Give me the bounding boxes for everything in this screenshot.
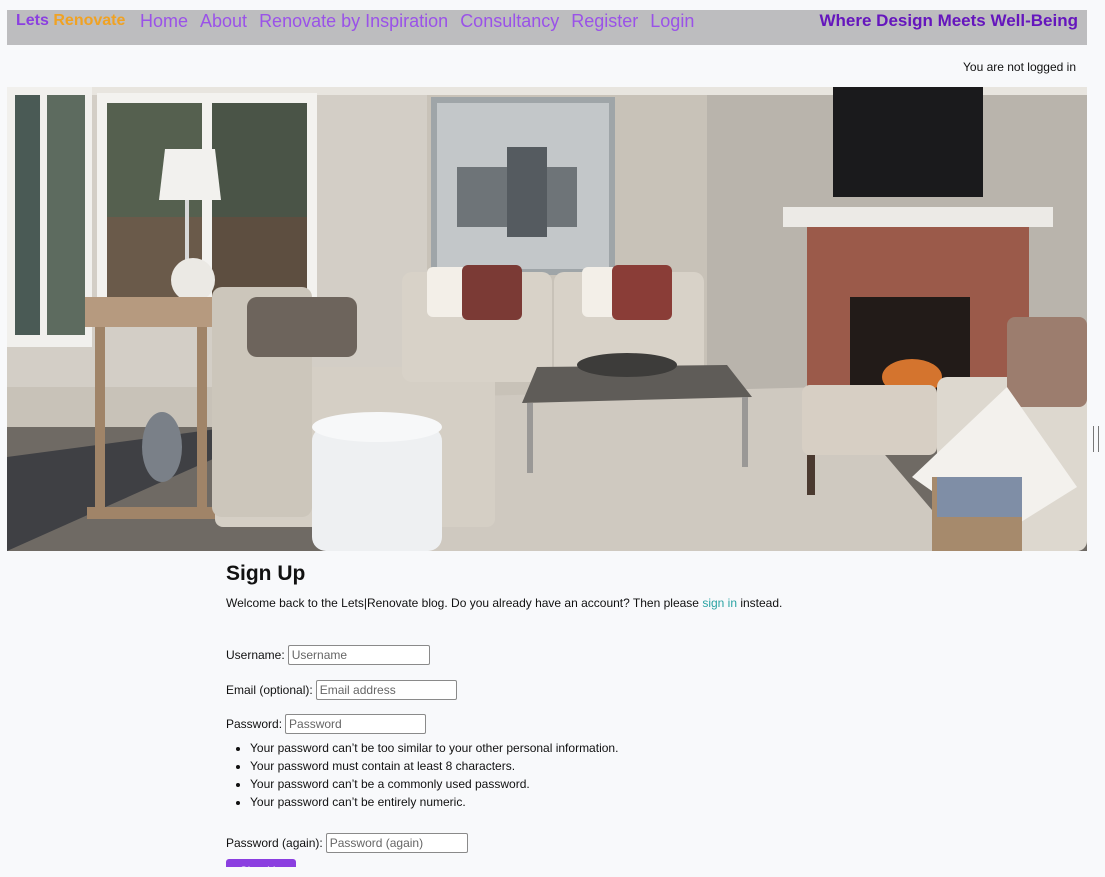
intro-text: Welcome back to the Lets|Renovate blog. … xyxy=(226,596,782,610)
email-row: Email (optional): xyxy=(226,680,457,700)
password-rule: Your password must contain at least 8 ch… xyxy=(250,757,618,775)
email-label: Email (optional): xyxy=(226,683,313,697)
nav-links: Home About Renovate by Inspiration Consu… xyxy=(140,11,694,31)
intro-text-before: Welcome back to the Lets|Renovate blog. … xyxy=(226,596,703,610)
nav-home[interactable]: Home xyxy=(140,11,188,31)
brand-logo[interactable]: Lets Renovate xyxy=(16,12,125,30)
nav-about[interactable]: About xyxy=(200,11,247,31)
nav-login[interactable]: Login xyxy=(650,11,694,31)
sign-up-button[interactable]: Sign Up xyxy=(226,859,296,867)
password-rule: Your password can’t be too similar to yo… xyxy=(250,739,618,757)
login-status: You are not logged in xyxy=(963,60,1076,74)
password-again-label: Password (again): xyxy=(226,836,323,850)
password-again-input[interactable] xyxy=(325,833,468,853)
nav-register[interactable]: Register xyxy=(571,11,638,31)
password-label: Password: xyxy=(226,717,283,731)
password-row: Password: xyxy=(226,714,427,734)
password-again-row: Password (again): xyxy=(226,833,468,853)
sign-in-link[interactable]: sign in xyxy=(702,596,737,610)
page: Lets Renovate Home About Renovate by Ins… xyxy=(7,10,1087,867)
username-input[interactable] xyxy=(287,645,430,665)
navbar: Lets Renovate Home About Renovate by Ins… xyxy=(7,10,1087,45)
brand-lets: Lets xyxy=(16,12,49,29)
page-title: Sign Up xyxy=(226,562,306,585)
password-rule: Your password can’t be entirely numeric. xyxy=(250,793,618,811)
living-room-illustration xyxy=(7,87,1087,551)
nav-consultancy[interactable]: Consultancy xyxy=(460,11,559,31)
brand-renovate: Renovate xyxy=(53,12,126,29)
password-rule: Your password can’t be a commonly used p… xyxy=(250,775,618,793)
tagline: Where Design Meets Well-Being xyxy=(819,11,1078,30)
password-input[interactable] xyxy=(285,714,427,734)
password-rules: Your password can’t be too similar to yo… xyxy=(226,739,618,811)
username-row: Username: xyxy=(226,645,430,665)
intro-text-after: instead. xyxy=(737,596,783,610)
hero-image xyxy=(7,87,1087,551)
nav-inspiration[interactable]: Renovate by Inspiration xyxy=(259,11,448,31)
username-label: Username: xyxy=(226,648,285,662)
resize-handle[interactable] xyxy=(1093,426,1099,452)
email-input[interactable] xyxy=(315,680,457,700)
